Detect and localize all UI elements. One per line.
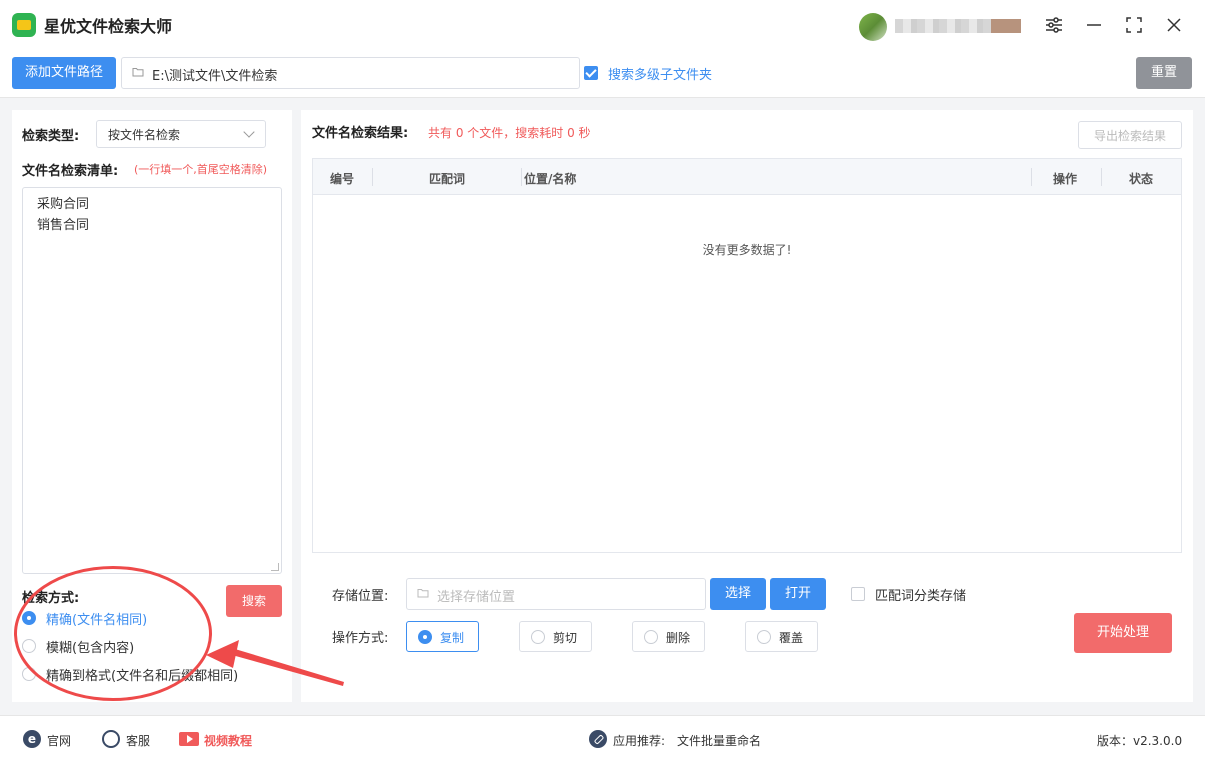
add-file-path-button[interactable]: 添加文件路径 (12, 57, 116, 89)
operation-label: 操作方式: (332, 631, 389, 646)
col-number[interactable]: 编号 (330, 170, 354, 187)
table-header: 编号 匹配词 位置/名称 操作 状态 (313, 159, 1181, 195)
op-overwrite-radio[interactable] (757, 630, 771, 644)
method-fuzzy-radio[interactable] (22, 639, 36, 653)
op-cut-radio[interactable] (531, 630, 545, 644)
maximize-icon[interactable] (1122, 13, 1146, 37)
filename-list-textarea[interactable]: 采购合同 销售合同 (22, 187, 282, 574)
user-name-blurred (895, 19, 1021, 33)
toolbar: 添加文件路径 E:\测试文件\文件检索 搜索多级子文件夹 重置 (0, 50, 1205, 98)
link-icon (589, 730, 607, 748)
settings-sliders-icon[interactable] (1042, 13, 1066, 37)
resize-grip-icon[interactable] (271, 563, 279, 571)
list-item: 采购合同 (37, 197, 90, 212)
user-avatar[interactable] (859, 13, 887, 41)
empty-message: 没有更多数据了! (702, 243, 792, 257)
search-type-value: 按文件名检索 (108, 128, 181, 142)
method-fuzzy-label[interactable]: 模糊(包含内容) (46, 637, 134, 656)
results-table: 编号 匹配词 位置/名称 操作 状态 没有更多数据了! (312, 158, 1182, 553)
version-text: 版本：v2.3.0.0 (1097, 734, 1183, 748)
minimize-icon[interactable] (1082, 13, 1106, 37)
subfolder-label[interactable]: 搜索多级子文件夹 (608, 64, 712, 83)
op-delete-option[interactable]: 删除 (632, 621, 705, 652)
file-path-input[interactable]: E:\测试文件\文件检索 (121, 57, 580, 89)
official-site-link[interactable]: 官网 (47, 732, 71, 749)
search-method-label: 检索方式: (22, 591, 80, 606)
col-match-word[interactable]: 匹配词 (429, 170, 465, 187)
customer-service-icon[interactable] (102, 730, 120, 748)
classify-label[interactable]: 匹配词分类存储 (875, 585, 966, 604)
method-exact-format-label[interactable]: 精确到格式(文件名和后缀都相同) (46, 665, 238, 684)
start-processing-button[interactable]: 开始处理 (1074, 613, 1172, 653)
list-item: 销售合同 (37, 218, 90, 233)
search-type-select[interactable]: 按文件名检索 (96, 120, 266, 148)
video-icon[interactable] (179, 732, 199, 746)
result-title: 文件名检索结果: (312, 126, 409, 141)
video-tutorial-link[interactable]: 视频教程 (204, 732, 252, 749)
left-panel: 检索类型: 按文件名检索 文件名检索清单: (一行填一个,首尾空格清除) 采购合… (12, 110, 292, 702)
op-cut-option[interactable]: 剪切 (519, 621, 592, 652)
op-overwrite-label: 覆盖 (779, 631, 804, 645)
storage-location-input[interactable]: 选择存储位置 (406, 578, 706, 610)
method-exact-format-radio[interactable] (22, 667, 36, 681)
reset-button[interactable]: 重置 (1136, 57, 1192, 89)
list-label: 文件名检索清单: (22, 164, 119, 179)
op-copy-label: 复制 (440, 631, 465, 645)
folder-icon (132, 66, 144, 78)
choose-button[interactable]: 选择 (710, 578, 766, 610)
footer: e 官网 客服 视频教程 应用推荐: 文件批量重命名 版本：v2.3.0.0 (0, 715, 1205, 763)
subfolder-checkbox[interactable] (584, 66, 598, 80)
folder-icon (417, 587, 429, 601)
op-overwrite-option[interactable]: 覆盖 (745, 621, 818, 652)
export-results-button[interactable]: 导出检索结果 (1078, 121, 1182, 149)
op-copy-radio[interactable] (418, 630, 432, 644)
classify-checkbox[interactable] (851, 587, 865, 601)
title-bar: 星优文件检索大师 (0, 0, 1205, 50)
recommend-label: 应用推荐: (613, 734, 666, 748)
col-location-name[interactable]: 位置/名称 (524, 170, 576, 187)
app-logo-icon (12, 13, 36, 37)
right-panel: 文件名检索结果: 共有 0 个文件，搜索耗时 0 秒 导出检索结果 编号 匹配词… (301, 110, 1193, 702)
close-icon[interactable] (1162, 13, 1186, 37)
customer-service-link[interactable]: 客服 (126, 732, 150, 749)
search-button[interactable]: 搜索 (226, 585, 282, 617)
method-exact-label[interactable]: 精确(文件名相同) (46, 609, 147, 628)
website-icon[interactable]: e (23, 730, 41, 748)
result-stat: 共有 0 个文件，搜索耗时 0 秒 (428, 126, 591, 140)
col-status[interactable]: 状态 (1129, 170, 1153, 187)
open-button[interactable]: 打开 (770, 578, 826, 610)
op-delete-radio[interactable] (644, 630, 658, 644)
op-copy-option[interactable]: 复制 (406, 621, 479, 652)
storage-label: 存储位置: (332, 589, 389, 604)
col-operation[interactable]: 操作 (1053, 170, 1077, 187)
chevron-down-icon (243, 126, 255, 138)
op-delete-label: 删除 (666, 631, 691, 645)
method-exact-radio[interactable] (22, 611, 36, 625)
storage-placeholder: 选择存储位置 (437, 590, 516, 605)
file-path-value: E:\测试文件\文件检索 (152, 69, 278, 84)
app-title: 星优文件检索大师 (44, 17, 173, 36)
search-type-label: 检索类型: (22, 129, 80, 144)
recommend-app-link[interactable]: 文件批量重命名 (677, 732, 761, 749)
list-hint: (一行填一个,首尾空格清除) (134, 163, 268, 176)
op-cut-label: 剪切 (553, 631, 578, 645)
